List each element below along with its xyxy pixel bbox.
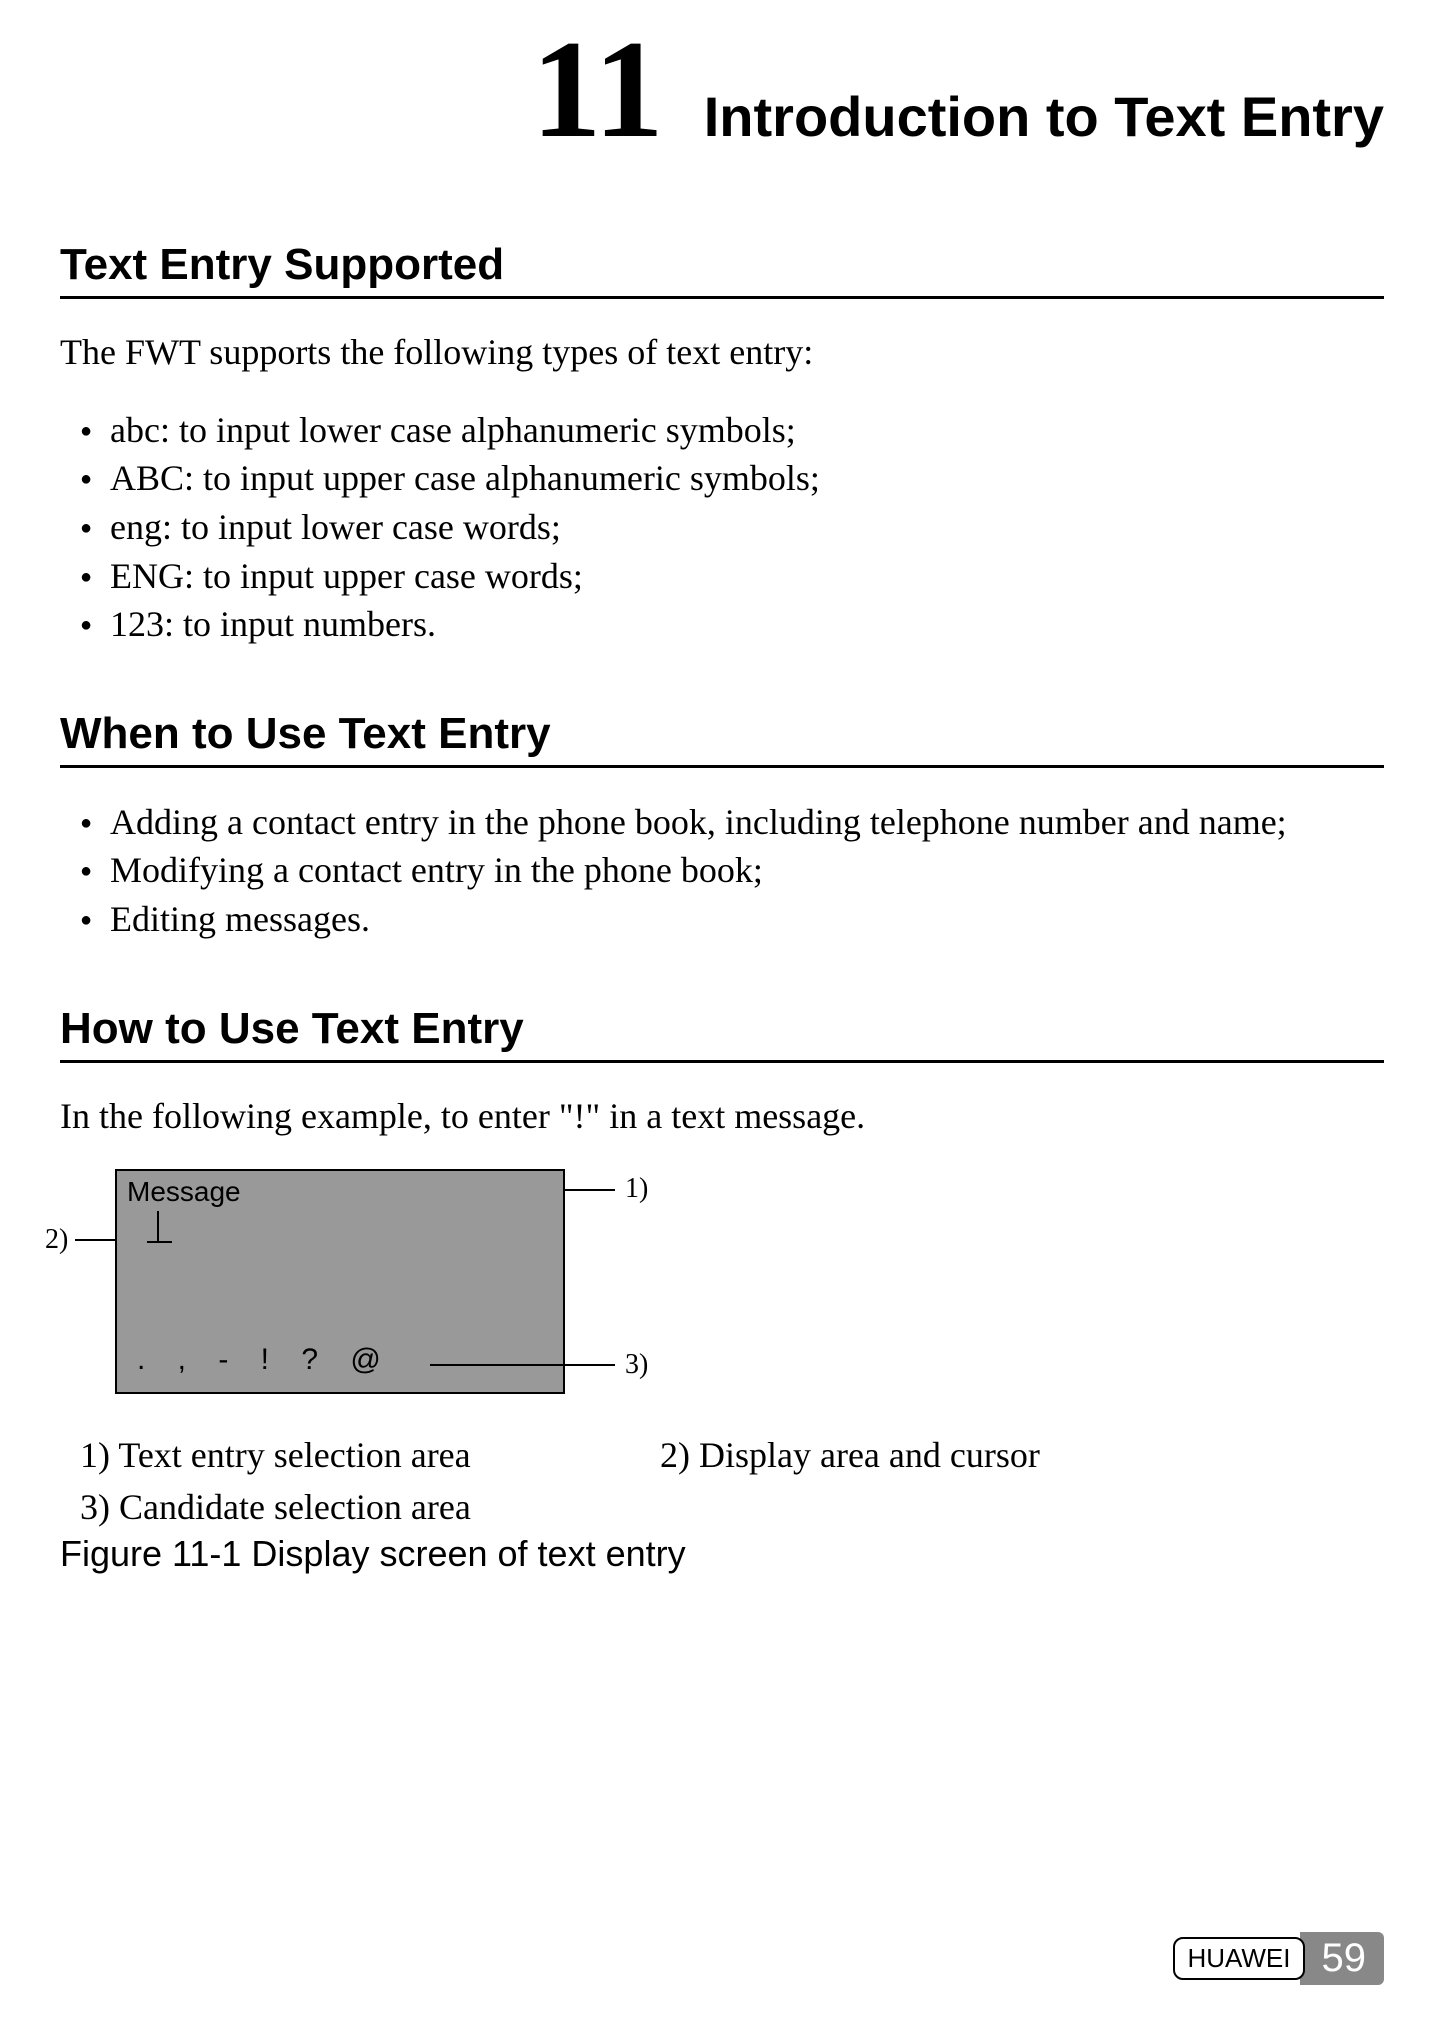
callout-label-3: 3) <box>625 1349 648 1381</box>
legend-item-2: 2) Display area and cursor <box>660 1434 1040 1476</box>
section-heading-text-entry-supported: Text Entry Supported <box>60 240 1384 299</box>
cursor-icon <box>157 1211 159 1241</box>
section-heading-when-to-use: When to Use Text Entry <box>60 709 1384 768</box>
list-item: Editing messages. <box>80 895 1384 944</box>
legend-row: 1) Text entry selection area 2) Display … <box>60 1434 1384 1476</box>
section1-intro: The FWT supports the following types of … <box>60 329 1384 376</box>
callout-label-2: 2) <box>45 1224 68 1256</box>
legend-row: 3) Candidate selection area <box>60 1486 1384 1528</box>
figure-container: Message . , - ! ? @ 1) 2) 3) <box>60 1169 660 1414</box>
section3-intro: In the following example, to enter "!" i… <box>60 1093 1384 1140</box>
candidate-row: . , - ! ? @ <box>137 1343 393 1377</box>
section1-list: abc: to input lower case alphanumeric sy… <box>60 406 1384 649</box>
section-heading-how-to-use: How to Use Text Entry <box>60 1004 1384 1063</box>
callout-line-icon <box>75 1239 115 1241</box>
list-item: eng: to input lower case words; <box>80 503 1384 552</box>
chapter-number: 11 <box>531 20 663 160</box>
callout-line-icon <box>565 1189 615 1191</box>
chapter-header: 11 Introduction to Text Entry <box>60 20 1384 160</box>
footer-brand: HUAWEI <box>1173 1937 1304 1980</box>
callout-label-1: 1) <box>625 1173 648 1205</box>
legend-item-1: 1) Text entry selection area <box>60 1434 660 1476</box>
chapter-title: Introduction to Text Entry <box>704 84 1384 149</box>
list-item: Modifying a contact entry in the phone b… <box>80 846 1384 895</box>
footer-page-number: 59 <box>1300 1932 1385 1985</box>
section2-list: Adding a contact entry in the phone book… <box>60 798 1384 944</box>
phone-screen-title: Message <box>127 1176 241 1208</box>
list-item: ABC: to input upper case alphanumeric sy… <box>80 454 1384 503</box>
callout-line-icon <box>430 1364 615 1366</box>
figure-caption: Figure 11-1 Display screen of text entry <box>60 1533 1384 1575</box>
list-item: ENG: to input upper case words; <box>80 552 1384 601</box>
list-item: Adding a contact entry in the phone book… <box>80 798 1384 847</box>
footer: HUAWEI 59 <box>1173 1932 1384 1985</box>
list-item: abc: to input lower case alphanumeric sy… <box>80 406 1384 455</box>
cursor-underline-icon <box>147 1241 172 1243</box>
list-item: 123: to input numbers. <box>80 600 1384 649</box>
legend-item-3: 3) Candidate selection area <box>60 1486 471 1528</box>
phone-screen: Message . , - ! ? @ <box>115 1169 565 1394</box>
